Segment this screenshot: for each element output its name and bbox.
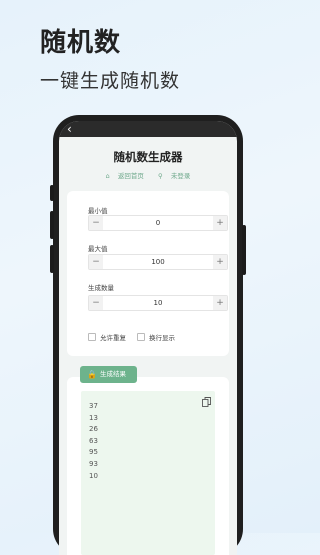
line-break-checkbox[interactable]: 换行显示 (137, 332, 175, 342)
result-area: 37 13 26 63 95 93 10 (81, 391, 215, 555)
user-icon: ⚲ (157, 172, 163, 180)
copy-icon[interactable] (202, 397, 211, 407)
max-decrement-button[interactable]: − (89, 255, 103, 269)
phone-side-button (242, 225, 246, 275)
home-icon: ⌂ (105, 172, 110, 180)
count-input[interactable]: 10 (103, 296, 213, 310)
result-card: 37 13 26 63 95 93 10 (67, 377, 229, 555)
lock-icon: 🔒 (87, 370, 97, 379)
result-item: 10 (89, 471, 98, 480)
back-arrow-icon[interactable]: ‹ (67, 122, 72, 136)
min-decrement-button[interactable]: − (89, 216, 103, 230)
page-title: 随机数生成器 (113, 150, 183, 164)
login-link-label: 未登录 (170, 172, 191, 180)
min-increment-button[interactable]: + (213, 216, 227, 230)
result-item: 26 (89, 425, 98, 434)
home-link-label: 返回首页 (117, 172, 144, 180)
count-label: 生成数量 (88, 284, 114, 292)
result-item: 95 (89, 448, 98, 457)
phone-side-button (50, 245, 54, 273)
header-links: ⌂ 返回首页 ⚲ 未登录 (59, 170, 237, 180)
checkbox-box (88, 333, 96, 341)
checkbox-box (137, 333, 145, 341)
allow-repeat-label: 允许重复 (100, 334, 126, 342)
result-item: 37 (89, 402, 98, 410)
settings-card: 最小值 − 0 + 最大值 − 100 + 生成数量 − 10 + 允许重复 换… (67, 191, 229, 356)
min-label: 最小值 (88, 207, 108, 215)
max-input[interactable]: 100 (103, 255, 213, 269)
generate-button-label: 生成结果 (100, 370, 126, 378)
count-stepper: − 10 + (88, 295, 228, 311)
promo-headline: 随机数 (40, 28, 122, 58)
result-list: 37 13 26 63 95 93 10 (89, 401, 98, 482)
allow-repeat-checkbox[interactable]: 允许重复 (88, 332, 126, 342)
min-stepper: − 0 + (88, 215, 228, 231)
app-screen: ‹ 随机数生成器 ⌂ 返回首页 ⚲ 未登录 最小值 − 0 + 最大值 − 10… (59, 121, 237, 555)
max-label: 最大值 (88, 245, 108, 253)
result-item: 93 (89, 459, 98, 468)
count-decrement-button[interactable]: − (89, 296, 103, 310)
home-link[interactable]: ⌂ 返回首页 (103, 172, 147, 180)
generate-button[interactable]: 🔒 生成结果 (80, 366, 137, 383)
result-item: 63 (89, 436, 98, 445)
line-break-label: 换行显示 (149, 334, 175, 342)
phone-side-button (50, 211, 54, 239)
phone-frame: ‹ 随机数生成器 ⌂ 返回首页 ⚲ 未登录 最小值 − 0 + 最大值 − 10… (50, 115, 246, 555)
top-bar: ‹ (59, 121, 237, 137)
login-link[interactable]: ⚲ 未登录 (155, 172, 193, 180)
promo-subhead: 一键生成随机数 (40, 70, 181, 92)
max-increment-button[interactable]: + (213, 255, 227, 269)
min-input[interactable]: 0 (103, 216, 213, 230)
count-increment-button[interactable]: + (213, 296, 227, 310)
max-stepper: − 100 + (88, 254, 228, 270)
phone-side-button (50, 185, 54, 201)
result-item: 13 (89, 413, 98, 422)
